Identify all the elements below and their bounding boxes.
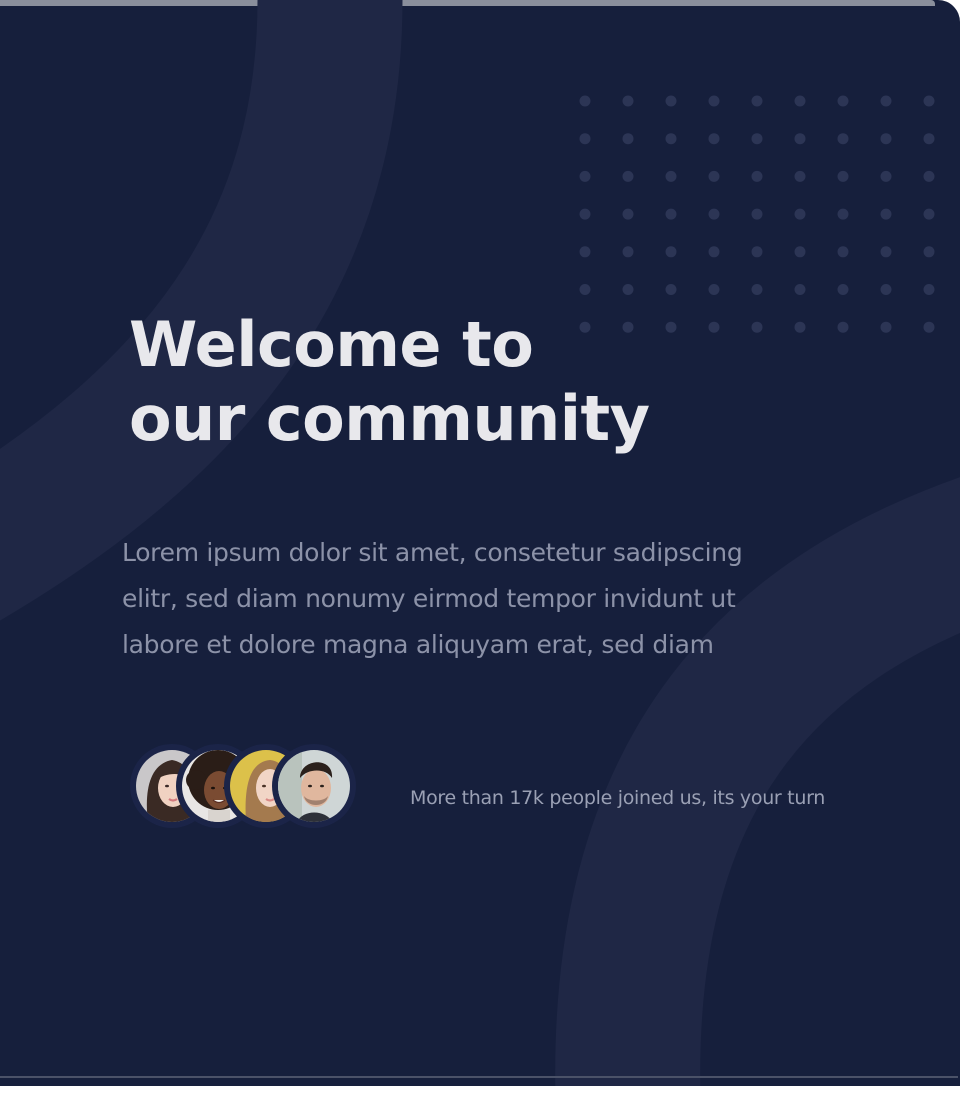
decor-dot: [880, 170, 892, 182]
lead-line-2: elitr, sed diam nonumy eirmod tempor inv…: [122, 584, 736, 613]
decor-dot: [794, 95, 806, 107]
decor-dot: [665, 170, 677, 182]
decor-dot: [837, 246, 849, 258]
decor-dot: [751, 321, 763, 333]
decor-dot: [665, 284, 677, 295]
decor-dot: [708, 321, 720, 333]
headline-line-2: our community: [129, 382, 650, 455]
decor-dot: [837, 170, 849, 182]
decor-dot: [794, 284, 806, 295]
decor-dot: [794, 246, 806, 258]
decor-dot: [579, 133, 591, 145]
decor-dot: [622, 133, 634, 145]
dot-grid-decoration: [579, 95, 935, 333]
decor-dot: [923, 246, 935, 258]
decor-dot: [622, 170, 634, 182]
decor-dot: [708, 133, 720, 145]
decor-dot: [622, 208, 634, 220]
avatar-stack: [130, 744, 370, 838]
decor-dot: [579, 208, 591, 220]
decor-dot: [708, 95, 720, 107]
decor-dot: [923, 284, 935, 295]
decor-dot: [880, 246, 892, 258]
decor-dot: [708, 284, 720, 295]
decor-dot: [708, 208, 720, 220]
decor-dot: [923, 321, 935, 333]
decor-dot: [794, 133, 806, 145]
decor-dot: [708, 170, 720, 182]
decor-dot: [708, 246, 720, 258]
decor-dot: [665, 208, 677, 220]
decor-dot: [622, 95, 634, 107]
decor-dot: [794, 321, 806, 333]
decor-dot: [923, 170, 935, 182]
community-joined-text: More than 17k people joined us, its your…: [410, 787, 825, 809]
decor-dot: [622, 284, 634, 295]
decor-dot: [665, 321, 677, 333]
decor-dot: [579, 170, 591, 182]
decor-dot: [880, 208, 892, 220]
decor-dot: [751, 95, 763, 107]
decor-dot: [751, 133, 763, 145]
decor-dot: [880, 133, 892, 145]
decor-dot: [794, 170, 806, 182]
page-title: Welcome to our community: [129, 308, 650, 456]
decor-dot: [837, 133, 849, 145]
decor-dot: [579, 95, 591, 107]
man-avatar: [278, 750, 350, 822]
decor-dot: [880, 95, 892, 107]
decor-dot: [751, 284, 763, 295]
hero-panel: Welcome to our community Lorem ipsum dol…: [0, 0, 960, 1086]
decor-dot: [751, 246, 763, 258]
decor-dot: [751, 208, 763, 220]
lead-paragraph: Lorem ipsum dolor sit amet, consetetur s…: [122, 530, 822, 668]
decor-dot: [622, 246, 634, 258]
decor-dot: [794, 208, 806, 220]
avatar: [272, 744, 356, 828]
decor-dot: [923, 133, 935, 145]
decor-dot: [665, 95, 677, 107]
decor-dot: [837, 95, 849, 107]
decor-dot: [665, 246, 677, 258]
lead-line-1: Lorem ipsum dolor sit amet, consetetur s…: [122, 538, 743, 567]
lead-line-3: labore et dolore magna aliquyam erat, se…: [122, 630, 714, 659]
decor-dot: [837, 284, 849, 295]
decor-dot: [880, 284, 892, 295]
decor-dot: [665, 133, 677, 145]
headline-line-1: Welcome to: [129, 308, 534, 381]
decor-dot: [579, 284, 591, 295]
decor-dot: [837, 321, 849, 333]
decor-dot: [923, 208, 935, 220]
decor-dot: [923, 95, 935, 107]
decor-dot: [837, 208, 849, 220]
decor-dot: [751, 170, 763, 182]
decor-dot: [880, 321, 892, 333]
decor-dot: [579, 246, 591, 258]
bottom-border: [0, 1076, 958, 1078]
